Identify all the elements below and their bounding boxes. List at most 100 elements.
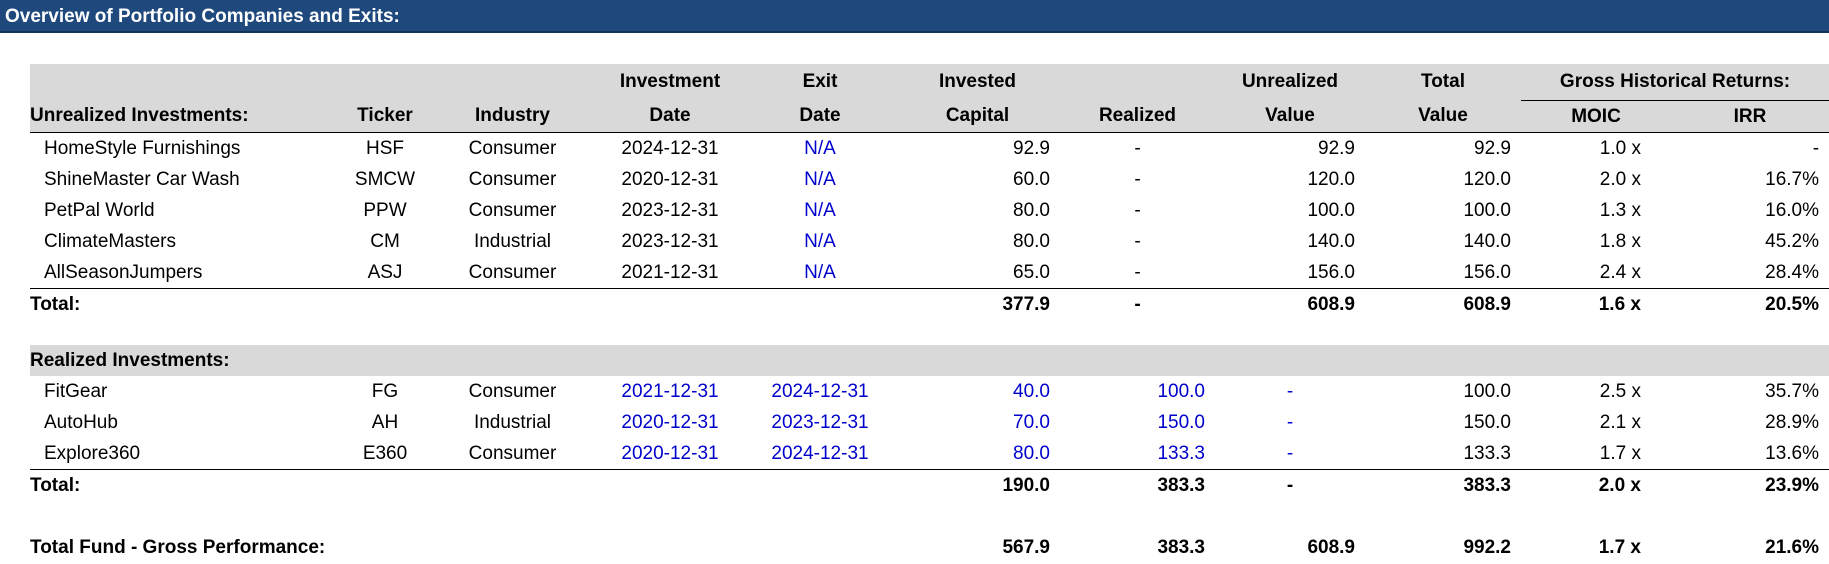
table-row: HomeStyle Furnishings HSF Consumer 2024-12-…: [30, 133, 1829, 165]
invested-capital-cell: 80.0: [1013, 231, 1050, 252]
realized-section-header: Realized Investments:: [30, 345, 340, 376]
unrealized-value-cell: -: [1286, 381, 1294, 402]
spacer-row: [30, 320, 1829, 345]
total-moic: 2.0 x: [1521, 469, 1671, 501]
header-cell: Invested: [895, 64, 1060, 101]
table-row: FitGear FG Consumer 2021-12-31 2024-12-31 40.…: [30, 376, 1829, 407]
total-unrealized: -: [1215, 469, 1365, 501]
moic-cell: 1.3 x: [1599, 200, 1641, 221]
unrealized-section-header: Unrealized Investments:: [30, 100, 340, 133]
exit-date-cell: 2024-12-31: [771, 381, 869, 402]
table-row: ClimateMasters CM Industrial 2023-12-31 N/A 8…: [30, 226, 1829, 257]
irr-cell: 45.2%: [1765, 231, 1820, 252]
irr-cell: 16.0%: [1765, 200, 1820, 221]
header-invested-capital: Capital: [895, 100, 1060, 133]
total-value-cell: 120.0: [1463, 169, 1511, 190]
total-label: Total:: [30, 469, 340, 501]
fund-total-irr: 21.6%: [1765, 537, 1820, 558]
unrealized-value-cell: 140.0: [1307, 231, 1355, 252]
ticker-cell: FG: [371, 381, 399, 402]
industry-cell: Consumer: [468, 443, 557, 464]
company-name: ClimateMasters: [44, 231, 176, 252]
total-value-cell: 150.0: [1463, 412, 1511, 433]
realized-cell: -: [1134, 200, 1141, 221]
realized-total-row: Total: 190.0 383.3 - 383.3 2.0 x 23.9%: [30, 469, 1829, 501]
moic-cell: 2.4 x: [1599, 262, 1641, 283]
exit-date-cell: N/A: [804, 138, 836, 159]
header-cell: Total: [1365, 64, 1521, 101]
realized-cell: -: [1134, 262, 1141, 283]
irr-cell: 16.7%: [1765, 169, 1820, 190]
invested-capital-cell: 60.0: [1013, 169, 1050, 190]
ticker-cell: ASJ: [367, 262, 403, 283]
irr-cell: 13.6%: [1765, 443, 1820, 464]
moic-cell: 2.0 x: [1599, 169, 1641, 190]
moic-cell: 1.0 x: [1599, 138, 1641, 159]
ticker-cell: HSF: [366, 138, 404, 159]
moic-cell: 2.1 x: [1599, 412, 1641, 433]
unrealized-rows: HomeStyle Furnishings HSF Consumer 2024-12-…: [30, 133, 1829, 289]
exit-date-cell: N/A: [804, 231, 836, 252]
total-value: 608.9: [1365, 288, 1521, 320]
company-name: PetPal World: [44, 200, 155, 221]
fund-total-capital: 567.9: [1002, 537, 1050, 558]
realized-section-header-row: Realized Investments:: [30, 345, 1829, 376]
industry-cell: Consumer: [468, 138, 557, 159]
unrealized-value-cell: 100.0: [1307, 200, 1355, 221]
fund-total-realized: 383.3: [1157, 537, 1205, 558]
fund-total-label: Total Fund - Gross Performance:: [30, 537, 326, 558]
realized-cell: -: [1134, 138, 1141, 159]
company-name: Explore360: [44, 443, 141, 464]
unrealized-value-cell: -: [1286, 412, 1294, 433]
invested-capital-cell: 65.0: [1013, 262, 1050, 283]
table-row: Explore360 E360 Consumer 2020-12-31 2024-12-…: [30, 438, 1829, 470]
portfolio-table: Investment Exit Invested Unrealized Tota…: [30, 64, 1829, 563]
exit-date-cell: N/A: [804, 200, 836, 221]
unrealized-value-cell: 120.0: [1307, 169, 1355, 190]
invested-capital-cell: 80.0: [1013, 443, 1050, 464]
total-irr: 23.9%: [1671, 469, 1829, 501]
header-total-value: Value: [1365, 100, 1521, 133]
irr-cell: 28.4%: [1765, 262, 1820, 283]
header-cell: [1060, 64, 1215, 101]
industry-cell: Industrial: [473, 231, 552, 252]
ticker-cell: SMCW: [354, 169, 416, 190]
total-realized: 383.3: [1060, 469, 1215, 501]
unrealized-value-cell: -: [1286, 443, 1294, 464]
total-value-cell: 140.0: [1463, 231, 1511, 252]
company-name: HomeStyle Furnishings: [44, 138, 241, 159]
total-capital: 377.9: [895, 288, 1060, 320]
total-capital: 190.0: [895, 469, 1060, 501]
total-value-cell: 100.0: [1463, 200, 1511, 221]
header-cell: Exit: [745, 64, 895, 101]
header-cell: Unrealized: [1215, 64, 1365, 101]
table-row: AutoHub AH Industrial 2020-12-31 2023-12-31 7…: [30, 407, 1829, 438]
investment-date-cell: 2023-12-31: [621, 200, 719, 221]
fund-total-moic: 1.7 x: [1598, 537, 1641, 558]
invested-capital-cell: 92.9: [1013, 138, 1050, 159]
irr-cell: -: [1812, 138, 1820, 159]
table-row: PetPal World PPW Consumer 2023-12-31 N/A 80.0…: [30, 195, 1829, 226]
realized-cell: 100.0: [1157, 381, 1205, 402]
header-unrealized-value: Value: [1215, 100, 1365, 133]
investment-date-cell: 2024-12-31: [621, 138, 719, 159]
total-unrealized: 608.9: [1215, 288, 1365, 320]
header-cell: [430, 64, 595, 101]
total-label: Total:: [30, 288, 340, 320]
unrealized-value-cell: 92.9: [1318, 138, 1355, 159]
total-realized: -: [1060, 288, 1215, 320]
exit-date-cell: N/A: [804, 262, 836, 283]
industry-cell: Consumer: [468, 169, 557, 190]
industry-cell: Consumer: [468, 262, 557, 283]
invested-capital-cell: 40.0: [1013, 381, 1050, 402]
investment-date-cell: 2021-12-31: [621, 262, 719, 283]
realized-cell: 133.3: [1157, 443, 1205, 464]
header-realized: Realized: [1060, 100, 1215, 133]
total-value-cell: 156.0: [1463, 262, 1511, 283]
exit-date-cell: 2024-12-31: [771, 443, 869, 464]
investment-date-cell: 2020-12-31: [621, 443, 719, 464]
total-irr: 20.5%: [1671, 288, 1829, 320]
ticker-cell: PPW: [363, 200, 407, 221]
ticker-cell: CM: [370, 231, 400, 252]
company-name: AutoHub: [44, 412, 118, 433]
